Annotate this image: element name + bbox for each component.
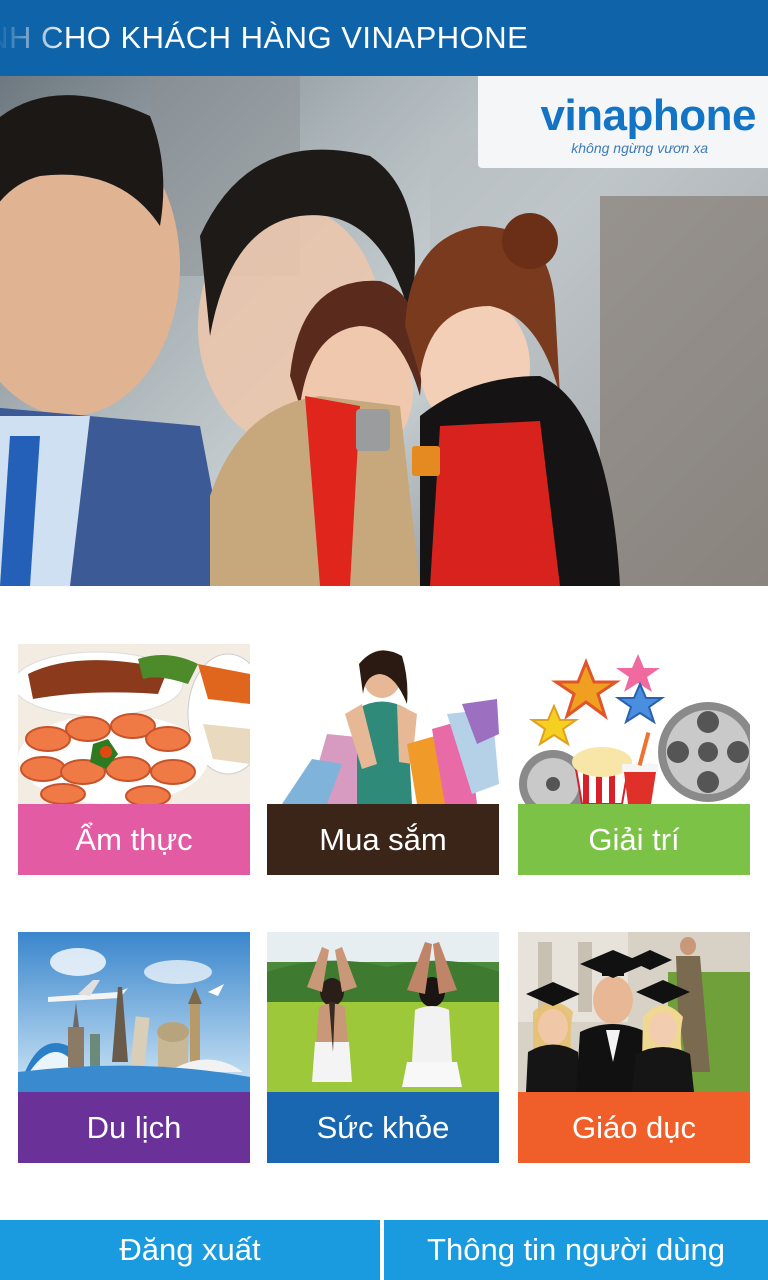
vinaphone-logo: vinaphone (540, 91, 756, 140)
category-food-label: Ẩm thực (18, 804, 250, 875)
travel-icon (18, 932, 250, 1092)
shopping-icon (267, 644, 499, 804)
health-icon (267, 932, 499, 1092)
category-travel[interactable]: Du lịch (18, 932, 250, 1163)
user-info-button[interactable]: Thông tin người dùng (384, 1220, 768, 1280)
hero-banner: vinaphone không ngừng vươn xa (0, 76, 768, 586)
food-icon (18, 644, 250, 804)
header-fade (0, 0, 70, 76)
category-entertainment-label: Giải trí (518, 804, 750, 875)
header-title: DÀNH CHO KHÁCH HÀNG VINAPHONE (0, 20, 529, 55)
entertainment-icon (518, 644, 750, 804)
category-shopping[interactable]: Mua sắm (267, 644, 499, 875)
category-travel-label: Du lịch (18, 1092, 250, 1163)
category-health-label: Sức khỏe (267, 1092, 499, 1163)
category-shopping-label: Mua sắm (267, 804, 499, 875)
vinaphone-slogan: không ngừng vươn xa (571, 140, 708, 156)
category-education-label: Giáo dục (518, 1092, 750, 1163)
vinaphone-sign: vinaphone không ngừng vươn xa (478, 76, 768, 168)
bottom-bar: Đăng xuất Thông tin người dùng (0, 1220, 768, 1280)
category-health[interactable]: Sức khỏe (267, 932, 499, 1163)
logout-button[interactable]: Đăng xuất (0, 1220, 380, 1280)
education-icon (518, 932, 750, 1092)
category-food[interactable]: Ẩm thực (18, 644, 250, 875)
app-header: DÀNH CHO KHÁCH HÀNG VINAPHONE (0, 0, 768, 76)
category-entertainment[interactable]: Giải trí (518, 644, 750, 875)
category-education[interactable]: Giáo dục (518, 932, 750, 1163)
